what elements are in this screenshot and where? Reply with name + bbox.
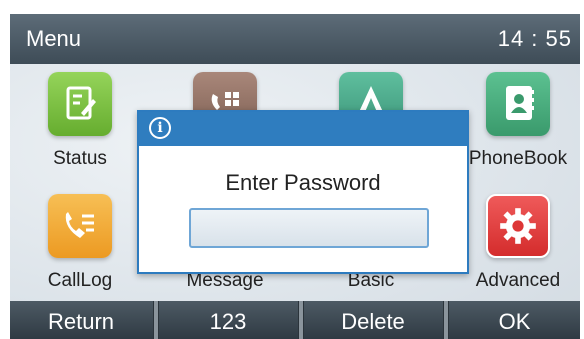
info-icon: i [149, 117, 171, 139]
app-label: PhoneBook [468, 148, 568, 169]
menu-title: Menu [26, 26, 82, 51]
phonebook-tile [486, 72, 550, 136]
gear-icon [500, 208, 536, 244]
phone-frame: Menu 14 : 55 Status PhoneBook CallLog Me… [0, 0, 584, 339]
return-button[interactable]: Return [10, 301, 152, 339]
app-label: Advanced [475, 270, 561, 291]
password-input[interactable] [189, 208, 429, 248]
calllog-tile [48, 194, 112, 258]
phone-screen: Menu 14 : 55 Status PhoneBook CallLog Me… [10, 14, 580, 339]
password-dialog: i Enter Password [137, 110, 469, 274]
status-tile [48, 72, 112, 136]
app-label: Status [53, 148, 107, 169]
app-label: CallLog [47, 270, 113, 291]
advanced-tile [486, 194, 550, 258]
status-bar: Menu 14 : 55 [10, 14, 580, 64]
input-mode-button[interactable]: 123 [159, 301, 297, 339]
status-icon [66, 86, 96, 120]
ok-button[interactable]: OK [449, 301, 580, 339]
app-status[interactable]: Status [25, 72, 135, 170]
clock: 14 : 55 [497, 26, 572, 51]
delete-button[interactable]: Delete [304, 301, 442, 339]
app-advanced[interactable]: Advanced [463, 194, 573, 292]
phonebook-icon [506, 86, 534, 120]
calllog-icon [65, 212, 94, 238]
app-calllog[interactable]: CallLog [25, 194, 135, 292]
app-phonebook[interactable]: PhoneBook [463, 72, 573, 170]
dialog-header: i [139, 112, 467, 146]
dialog-prompt: Enter Password [225, 170, 381, 195]
softkey-bar: Return 123 Delete OK [10, 301, 580, 339]
